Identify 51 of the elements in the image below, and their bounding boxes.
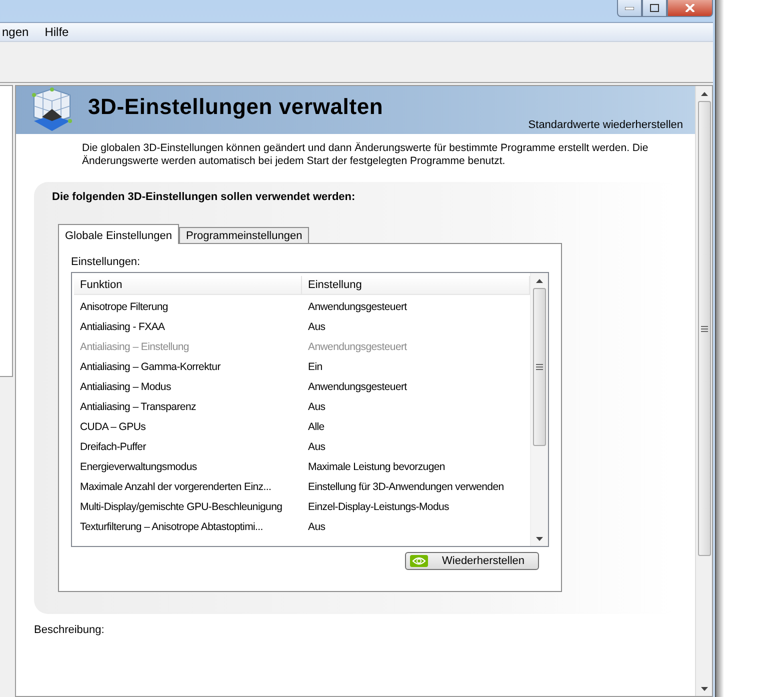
setting-cell[interactable]: Aus	[302, 441, 530, 453]
function-cell[interactable]: Antialiasing - FXAA	[74, 321, 302, 333]
function-cell[interactable]: Anisotrope Filterung	[74, 301, 302, 313]
function-cell[interactable]: Energieverwaltungsmodus	[74, 461, 302, 473]
scroll-thumb[interactable]	[533, 288, 546, 446]
function-cell[interactable]: Texturfilterung – Anisotrope Abtastoptimi...	[74, 521, 302, 533]
setting-cell[interactable]: Aus	[302, 401, 530, 413]
minimize-button[interactable]	[617, 0, 642, 17]
minimize-icon	[625, 6, 634, 10]
menu-item[interactable]: Hilfe	[42, 25, 71, 39]
scroll-up-arrow-icon[interactable]	[536, 278, 543, 282]
page-scrollbar[interactable]	[695, 86, 712, 696]
setting-cell[interactable]: Aus	[302, 321, 530, 333]
column-header[interactable]: Funktion	[74, 276, 302, 294]
scroll-up-arrow-icon[interactable]	[700, 92, 708, 96]
setting-cell[interactable]: Ein	[302, 361, 530, 373]
setting-cell[interactable]: Anwendungsgesteuert	[302, 381, 530, 393]
scroll-thumb[interactable]	[698, 101, 710, 556]
function-cell[interactable]: Antialiasing – Modus	[74, 381, 302, 393]
setting-cell[interactable]: Einstellung für 3D-Anwendungen verwenden	[302, 481, 530, 493]
function-cell[interactable]: CUDA – GPUs	[74, 421, 302, 433]
setting-cell[interactable]: Einzel-Display-Leistungs-Modus	[302, 501, 530, 513]
grip-icon	[700, 326, 708, 332]
menu-item[interactable]: ngen	[0, 25, 31, 39]
restore-button[interactable]: Wiederherstellen	[405, 552, 539, 570]
function-cell[interactable]: Antialiasing – Transparenz	[74, 401, 302, 413]
function-cell[interactable]: Antialiasing – Gamma-Korrektur	[74, 361, 302, 373]
close-icon	[685, 4, 695, 12]
maximize-icon	[650, 4, 659, 12]
setting-cell[interactable]: Alle	[302, 421, 530, 433]
description-label: Beschreibung:	[34, 624, 106, 636]
setting-cell[interactable]: Anwendungsgesteuert	[302, 301, 530, 313]
tab[interactable]: Programmeinstellungen	[179, 227, 310, 243]
eye-logo-icon	[410, 555, 428, 567]
close-button[interactable]	[667, 0, 713, 17]
list-scrollbar[interactable]	[530, 273, 548, 546]
maximize-button[interactable]	[642, 0, 667, 17]
function-cell[interactable]: Maximale Anzahl der vorgerenderten Einz...	[74, 481, 302, 493]
scroll-down-arrow-icon[interactable]	[536, 536, 543, 540]
description-text: Die globalen 3D-Einstellungen können geändert und dann Änderungswerte für bestimmte Programme erstellt werden. Die Änderungswerte werden automatisch bei jedem Start der festgelegten Programme benutzt.	[82, 142, 650, 168]
scroll-down-arrow-icon[interactable]	[700, 686, 708, 690]
page-title: 3D-Einstellungen verwalten	[88, 94, 384, 120]
group-heading: Die folgenden 3D-Einstellungen sollen verwendet werden:	[52, 191, 356, 205]
function-cell[interactable]: Dreifach-Puffer	[74, 441, 302, 453]
list-label: Einstellungen:	[71, 256, 142, 270]
function-cell[interactable]: Multi-Display/gemischte GPU-Beschleunigung	[74, 501, 302, 513]
grip-icon	[536, 364, 543, 370]
setting-cell[interactable]: Maximale Leistung bevorzugen	[302, 461, 530, 473]
restore-defaults-link[interactable]: Standardwerte wiederherstellen	[528, 119, 683, 131]
setting-cell[interactable]: Aus	[302, 521, 530, 533]
tab[interactable]: Globale Einstellungen	[58, 224, 180, 244]
